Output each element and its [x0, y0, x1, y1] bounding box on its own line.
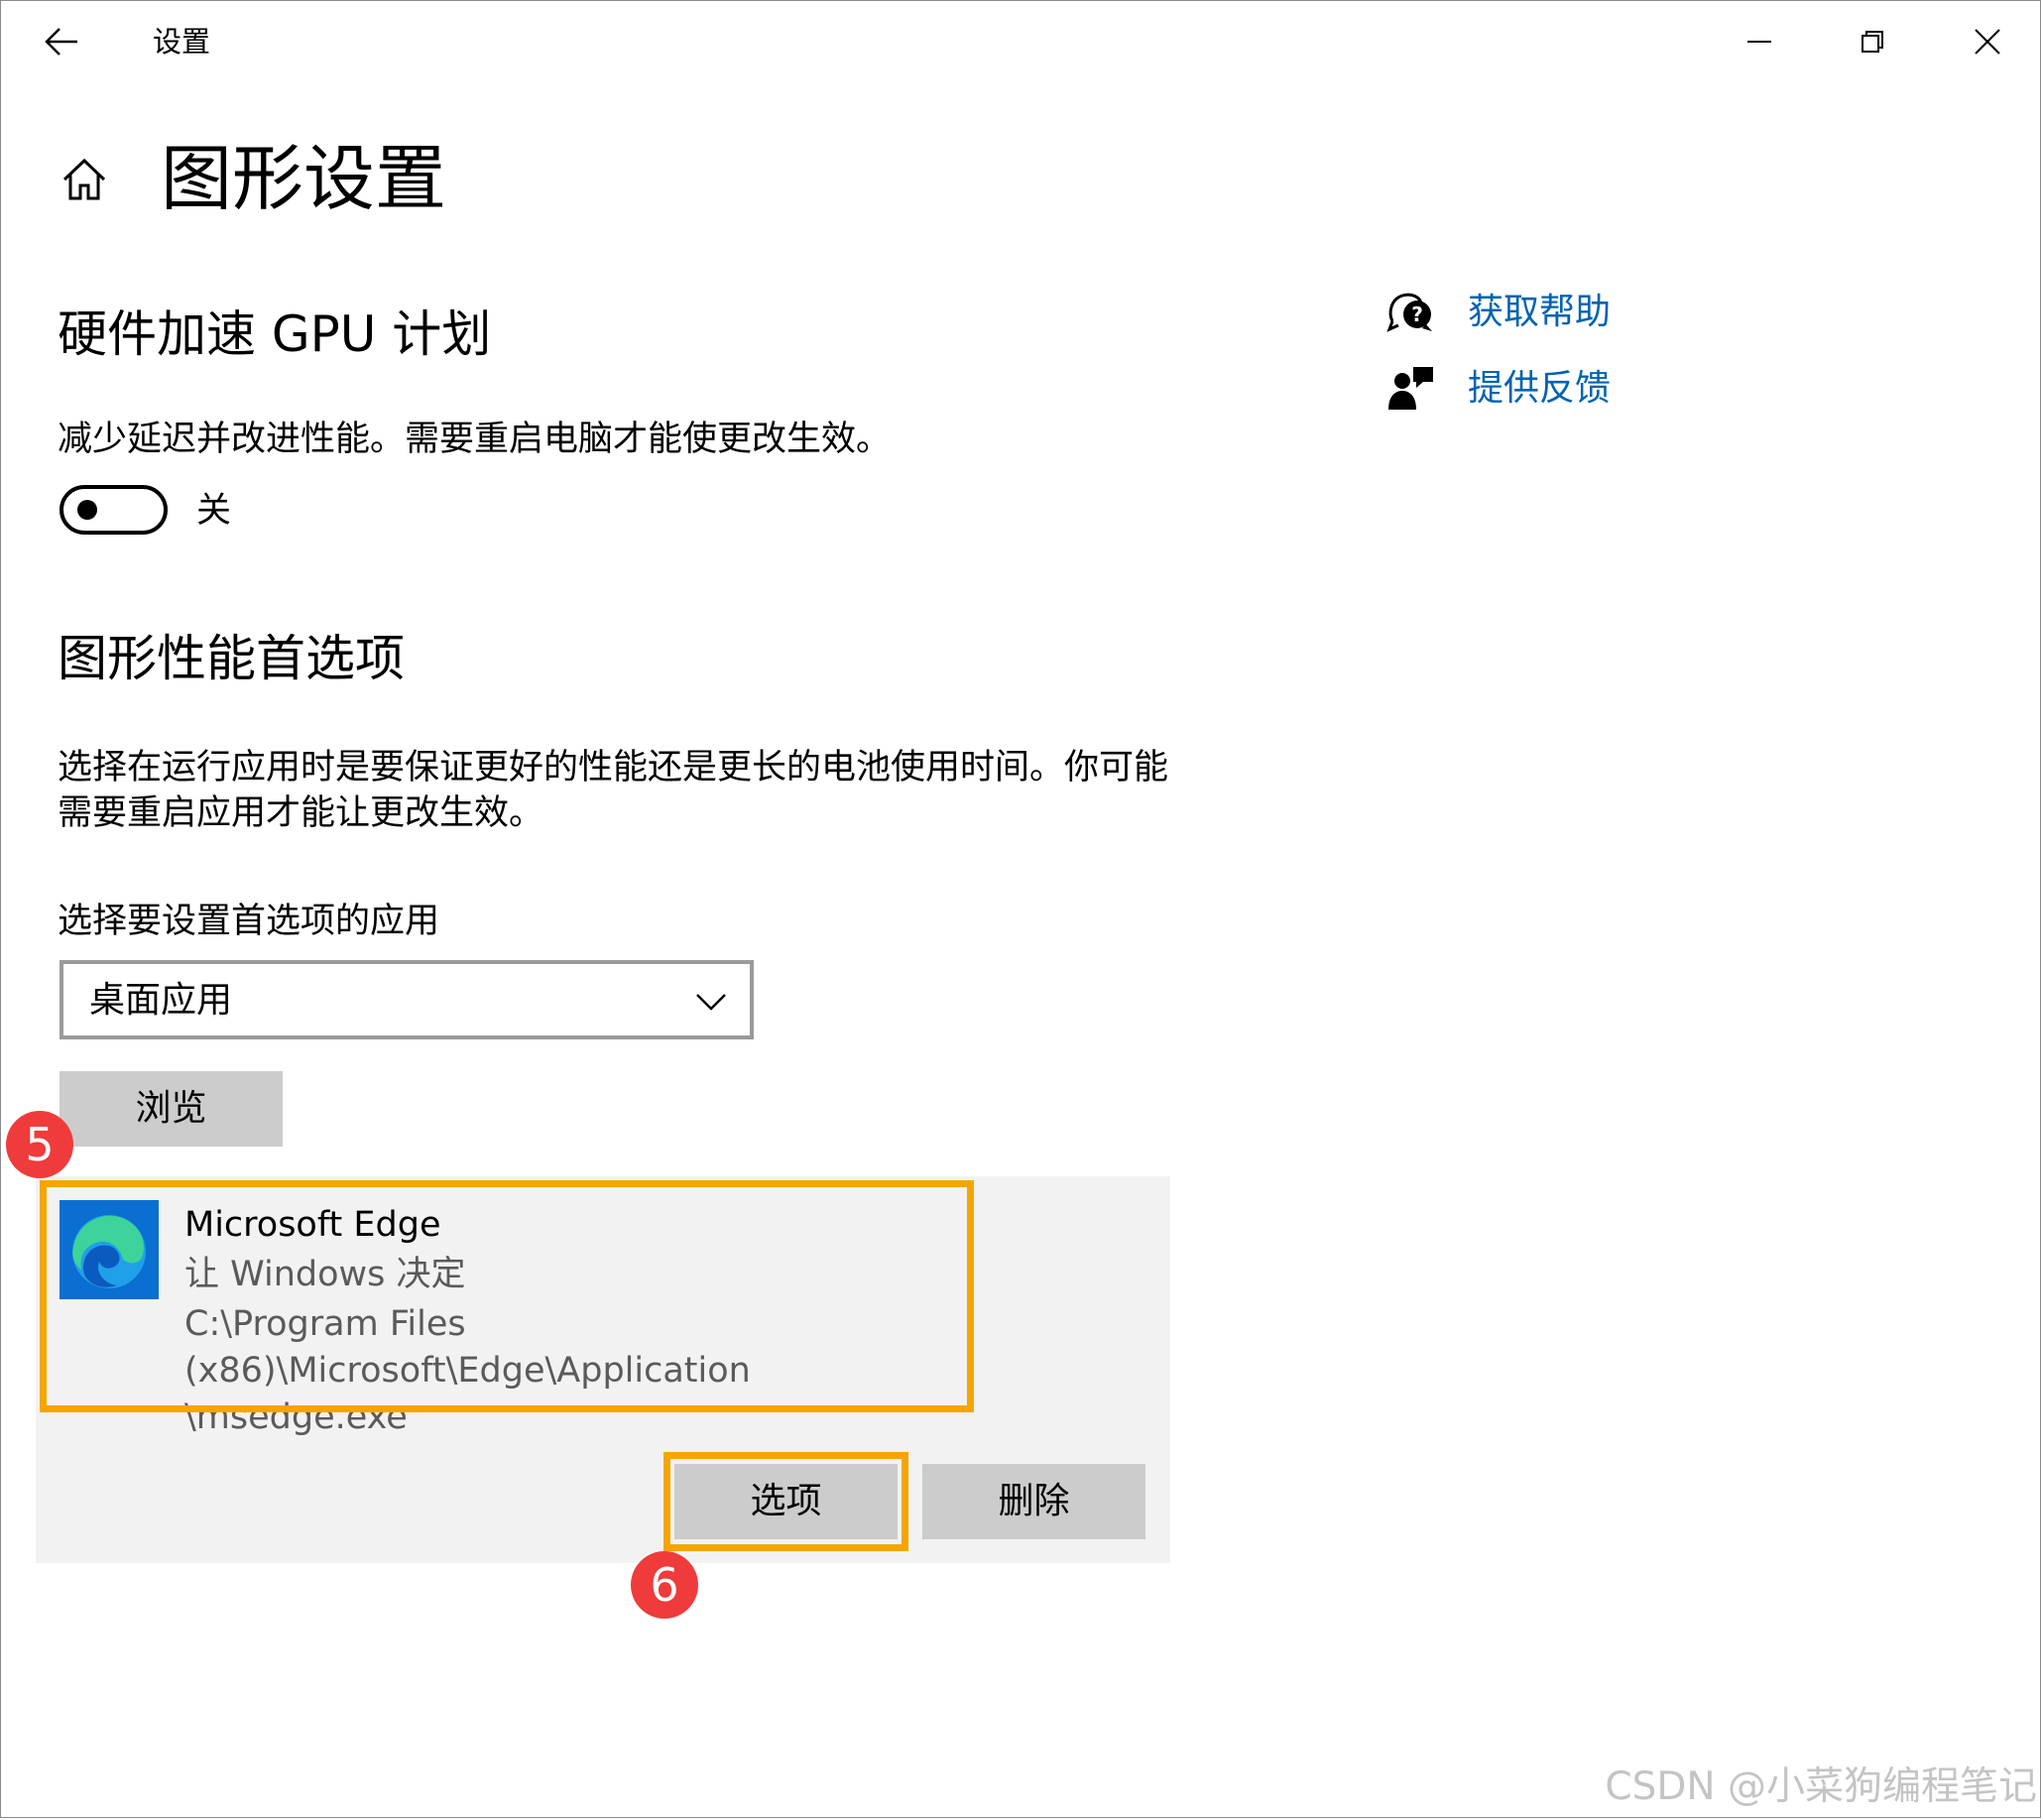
chevron-down-icon — [696, 994, 726, 1011]
get-help-link[interactable]: 获取帮助 — [1468, 290, 1611, 335]
svg-text:?: ? — [1411, 303, 1423, 326]
help-chat-icon: ? — [1386, 288, 1436, 337]
app-path-line2: \msedge.exe — [184, 1397, 408, 1437]
app-path: C:\Program Files (x86)\Microsoft\Edge\Ap… — [184, 1301, 968, 1441]
remove-button[interactable]: 删除 — [922, 1464, 1145, 1539]
minimize-icon — [1747, 41, 1771, 43]
give-feedback-link[interactable]: 提供反馈 — [1468, 366, 1611, 412]
minimize-button[interactable] — [1730, 12, 1789, 71]
microsoft-edge-icon — [60, 1200, 159, 1299]
step-marker-6: 6 — [631, 1551, 698, 1619]
options-button[interactable]: 选项 — [674, 1464, 898, 1539]
step-marker-5: 5 — [6, 1111, 73, 1178]
feedback-person-icon — [1386, 364, 1436, 414]
toggle-knob — [77, 500, 97, 520]
app-gpu-preference: 让 Windows 决定 — [184, 1255, 466, 1294]
close-icon — [1975, 29, 2000, 55]
watermark: CSDN @小菜狗编程笔记 — [1605, 1764, 2037, 1809]
browse-button[interactable]: 浏览 — [60, 1071, 283, 1147]
toggle-state-label: 关 — [196, 491, 232, 531]
close-button[interactable] — [1958, 12, 2017, 71]
restore-button[interactable] — [1843, 12, 1902, 71]
back-arrow-icon[interactable] — [40, 20, 83, 63]
gpu-scheduling-toggle[interactable] — [60, 485, 168, 535]
app-name: Microsoft Edge — [184, 1205, 441, 1245]
select-app-label: 选择要设置首选项的应用 — [58, 902, 440, 941]
window-title: 设置 — [153, 25, 211, 59]
graphics-preference-heading: 图形性能首选项 — [58, 630, 405, 687]
preference-description-line2: 需要重启应用才能让更改生效。 — [58, 793, 544, 833]
gpu-scheduling-heading: 硬件加速 GPU 计划 — [58, 305, 492, 363]
home-icon[interactable] — [58, 153, 111, 206]
page-title: 图形设置 — [161, 137, 447, 220]
app-path-line1: C:\Program Files (x86)\Microsoft\Edge\Ap… — [184, 1304, 751, 1391]
app-type-dropdown[interactable]: 桌面应用 — [60, 960, 754, 1039]
gpu-description: 减少延迟并改进性能。需要重启电脑才能使更改生效。 — [58, 420, 892, 459]
dropdown-value: 桌面应用 — [89, 980, 233, 1021]
restore-icon — [1862, 31, 1883, 53]
preference-description-line1: 选择在运行应用时是要保证更好的性能还是更长的电池使用时间。你可能 — [58, 748, 1169, 788]
